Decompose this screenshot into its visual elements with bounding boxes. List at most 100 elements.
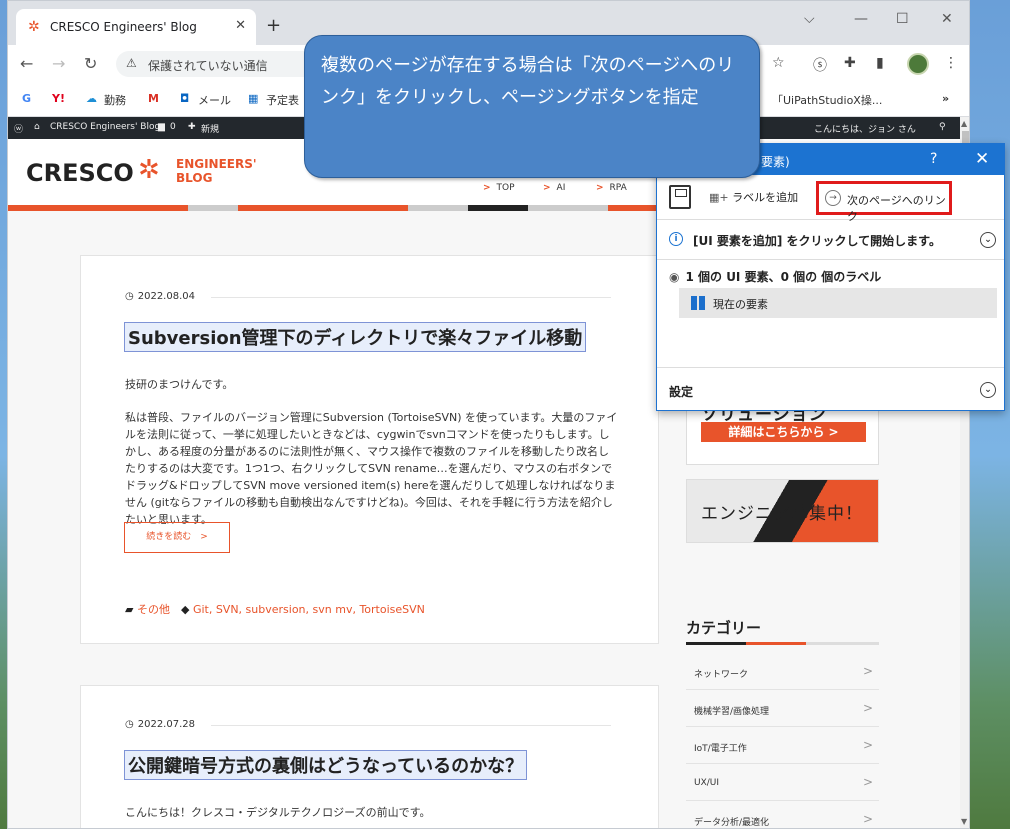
post-category[interactable]: その他 bbox=[137, 603, 170, 616]
outlook-icon: ◘ bbox=[180, 92, 190, 105]
info-icon: i bbox=[669, 232, 683, 246]
post-title[interactable]: Subversion管理下のディレクトリで楽々ファイル移動 bbox=[124, 322, 587, 352]
cresco-favicon-icon: ✲ bbox=[28, 19, 40, 35]
nav-ai[interactable]: > AI bbox=[543, 183, 565, 193]
current-element-row[interactable]: 現在の要素 bbox=[679, 288, 997, 318]
minimize-button[interactable]: — bbox=[854, 11, 868, 27]
clock-icon: ◷ bbox=[125, 719, 134, 730]
date-divider bbox=[211, 725, 611, 726]
category-heading: カテゴリー bbox=[686, 619, 762, 637]
folder-icon: ▰ bbox=[125, 603, 137, 616]
post-tags[interactable]: Git, SVN, subversion, svn mv, TortoiseSV… bbox=[193, 603, 425, 616]
bookmark-schedule[interactable]: 予定表 bbox=[266, 92, 299, 108]
bookmark-kinmu[interactable]: 勤務 bbox=[104, 92, 126, 108]
category-item[interactable]: 機械学習/画像処理 > bbox=[686, 690, 879, 727]
settings-label: 設定 bbox=[669, 385, 694, 399]
add-label-button[interactable]: ▦+ ラベルを追加 bbox=[709, 189, 798, 205]
save-icon[interactable] bbox=[669, 185, 691, 209]
panel-close-button[interactable]: ✕ bbox=[975, 149, 989, 169]
site-logo[interactable]: CRESCO bbox=[26, 159, 134, 187]
tab-search-icon[interactable]: ⌵ bbox=[804, 11, 815, 27]
info-row: i [UI 要素を追加] をクリックして開始します。 ⌄ bbox=[657, 220, 1004, 260]
nav-top[interactable]: > TOP bbox=[483, 183, 515, 193]
panel-toolbar: ▦+ ラベルを追加 → 次のページへのリンク bbox=[657, 175, 1004, 223]
element-summary: ◉ 1 個の UI 要素、0 個の 個のラベル bbox=[669, 270, 882, 284]
post-card: ◷ 2022.08.04 Subversion管理下のディレクトリで楽々ファイル移… bbox=[80, 255, 659, 644]
forward-icon[interactable]: → bbox=[52, 54, 65, 73]
tag-icon: ◆ bbox=[180, 603, 193, 616]
post-intro: 技研のまつけんです。 bbox=[125, 378, 234, 391]
bookmark-star-icon[interactable]: ☆ bbox=[772, 55, 785, 71]
close-window-button[interactable]: ✕ bbox=[941, 11, 953, 27]
post-intro: こんにちは！クレスコ・デジタルテクノロジーズの前山です。 bbox=[125, 806, 431, 819]
next-page-icon: → bbox=[825, 190, 841, 206]
extensions-puzzle-icon[interactable]: ✚ bbox=[844, 55, 856, 71]
chevron-right-icon: > bbox=[862, 775, 873, 789]
close-tab-icon[interactable]: ✕ bbox=[235, 18, 246, 33]
wp-site-name[interactable]: CRESCO Engineers' Blog bbox=[50, 122, 160, 132]
tab-title: CRESCO Engineers' Blog bbox=[50, 20, 197, 34]
banner-recruit-text: エンジニア募集中！ bbox=[701, 504, 863, 524]
recruit-banner[interactable]: エンジニア募集中！ bbox=[686, 479, 879, 543]
maximize-button[interactable]: ☐ bbox=[896, 11, 909, 27]
browser-tab[interactable]: ✲ CRESCO Engineers' Blog ✕ bbox=[16, 9, 256, 45]
warning-icon: ⚠ bbox=[126, 56, 137, 70]
bookmark-google[interactable]: G bbox=[22, 92, 31, 105]
side-panel-icon[interactable]: ▮ bbox=[876, 55, 884, 71]
ui-element-panel: 要素) ? ✕ ▦+ ラベルを追加 → 次のページへのリンク i [UI 要素を… bbox=[656, 143, 1005, 411]
chevron-right-icon: > bbox=[862, 664, 873, 678]
security-status: 保護されていない通信 bbox=[148, 59, 268, 73]
reload-icon[interactable]: ↻ bbox=[84, 54, 97, 73]
date-divider bbox=[211, 297, 611, 298]
comment-icon: ▆ bbox=[158, 122, 165, 132]
calendar-icon: ▦ bbox=[248, 92, 259, 105]
wordpress-icon[interactable]: ⓦ bbox=[14, 122, 23, 135]
help-button[interactable]: ? bbox=[930, 151, 937, 167]
home-icon: ⌂ bbox=[34, 122, 40, 132]
bookmark-mail[interactable]: メール bbox=[198, 92, 231, 108]
cresco-mark-icon: ✲ bbox=[138, 155, 160, 185]
wp-new[interactable]: 新規 bbox=[201, 122, 219, 135]
chevron-right-icon: > bbox=[862, 701, 873, 715]
new-tab-button[interactable]: + bbox=[266, 15, 281, 36]
search-icon[interactable]: ⚲ bbox=[939, 122, 946, 132]
cloud-icon: ☁ bbox=[86, 92, 97, 105]
bookmarks-overflow[interactable]: » bbox=[942, 92, 949, 105]
settings-row[interactable]: 設定 ⌄ bbox=[657, 367, 1004, 411]
grid-icon bbox=[691, 296, 705, 310]
clock-icon: ◷ bbox=[125, 291, 134, 302]
wp-greeting[interactable]: こんにちは、ジョン さん bbox=[814, 122, 916, 135]
scroll-down-icon[interactable]: ▼ bbox=[961, 817, 967, 826]
category-item[interactable]: データ分析/最適化 > bbox=[686, 801, 879, 828]
read-more-button[interactable]: 続きを読む > bbox=[124, 522, 230, 553]
address-bar[interactable]: ⚠ 保護されていない通信 bbox=[116, 51, 316, 77]
extension-icon[interactable]: ⓢ bbox=[813, 55, 827, 75]
chevron-down-icon[interactable]: ⌄ bbox=[980, 382, 996, 398]
bookmark-gmail[interactable]: M bbox=[148, 92, 159, 105]
chevron-down-icon[interactable]: ⌄ bbox=[980, 232, 996, 248]
post-date: ◷ 2022.08.04 bbox=[125, 291, 195, 302]
bookmark-yahoo[interactable]: Y! bbox=[52, 92, 65, 105]
profile-avatar[interactable] bbox=[907, 53, 929, 75]
panel-title: 要素) bbox=[761, 155, 790, 169]
wp-comment-count[interactable]: 0 bbox=[170, 122, 176, 132]
chevron-right-icon: > bbox=[862, 738, 873, 752]
info-text: [UI 要素を追加] をクリックして開始します。 bbox=[693, 234, 941, 248]
back-icon[interactable]: ← bbox=[20, 54, 33, 73]
post-card: ◷ 2022.07.28 公開鍵暗号方式の裏側はどうなっているのかな？ こんにちは… bbox=[80, 685, 659, 828]
nav-rpa[interactable]: > RPA bbox=[596, 183, 627, 193]
bookmark-uipath[interactable]: 「UiPathStudioX操... bbox=[772, 92, 882, 108]
category-item[interactable]: UX/UI > bbox=[686, 764, 879, 801]
post-meta: ▰ その他 ◆ Git, SVN, subversion, svn mv, To… bbox=[125, 601, 425, 617]
scroll-up-icon[interactable]: ▲ bbox=[961, 119, 967, 128]
category-item[interactable]: ネットワーク > bbox=[686, 653, 879, 690]
chevron-right-icon: > bbox=[862, 812, 873, 826]
menu-dots-icon[interactable]: ⋮ bbox=[944, 55, 958, 71]
details-button[interactable]: 詳細はこちらから > bbox=[701, 422, 866, 442]
next-page-link-button[interactable]: → 次のページへのリンク bbox=[816, 181, 952, 223]
post-date: ◷ 2022.07.28 bbox=[125, 719, 195, 730]
post-title[interactable]: 公開鍵暗号方式の裏側はどうなっているのかな？ bbox=[124, 750, 528, 780]
category-item[interactable]: IoT/電子工作 > bbox=[686, 727, 879, 764]
plus-icon: ✚ bbox=[188, 122, 196, 132]
category-divider bbox=[686, 642, 879, 645]
